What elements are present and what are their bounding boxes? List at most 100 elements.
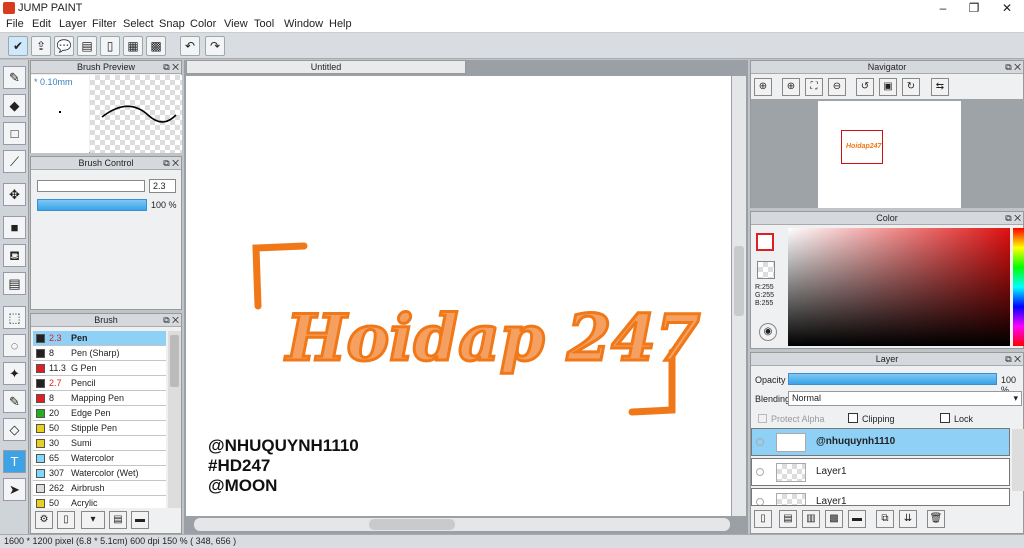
eye-icon[interactable] (756, 438, 764, 446)
viewport-rect[interactable]: Hoidap247 (841, 130, 883, 164)
zoom-in-icon[interactable]: ⊕ (782, 78, 800, 96)
bucket-tool-icon[interactable]: ⛾ (3, 244, 26, 267)
menu-help[interactable]: Help (329, 18, 352, 30)
brush-item[interactable]: 2.3 Pen (33, 331, 166, 346)
duplicate-layer-icon[interactable]: ⧉ (876, 510, 894, 528)
brush-settings-icon[interactable]: ⚙ (35, 511, 53, 529)
scrollbar-thumb[interactable] (170, 335, 179, 387)
brush-size-input[interactable]: 2.3 (149, 179, 176, 193)
brush-size-slider[interactable] (37, 180, 145, 192)
navigator-view[interactable]: Hoidap247 (751, 99, 1024, 208)
zoom-out-icon[interactable]: ⊖ (828, 78, 846, 96)
select-rect-tool-icon[interactable]: ⬚ (3, 306, 26, 329)
brush-copy-icon[interactable]: ▤ (109, 511, 127, 529)
layer-row[interactable]: @nhuquynh1110 (751, 428, 1010, 456)
new-raster-layer-icon[interactable]: ▤ (779, 510, 797, 528)
grid-edit-icon[interactable]: ▩ (146, 36, 166, 56)
close-button[interactable]: ✕ (992, 0, 1022, 17)
redo-button[interactable]: ↷ (205, 36, 225, 56)
delete-layer-icon[interactable]: 🗑 (927, 510, 945, 528)
fill-rect-tool-icon[interactable]: ■ (3, 216, 26, 239)
rect-tool-icon[interactable]: □ (3, 122, 26, 145)
menu-filter[interactable]: Filter (92, 18, 116, 30)
check-icon[interactable]: ✔ (8, 36, 28, 56)
select-eraser-tool-icon[interactable]: ◇ (3, 418, 26, 441)
select-pen-tool-icon[interactable]: ✎ (3, 390, 26, 413)
new-tone-layer-icon[interactable]: ▩ (825, 510, 843, 528)
move-tool-icon[interactable]: ✥ (3, 183, 26, 206)
rotate-left-icon[interactable]: ↺ (856, 78, 874, 96)
reset-view-icon[interactable]: ▣ (879, 78, 897, 96)
rotate-right-icon[interactable]: ↻ (902, 78, 920, 96)
eraser-tool-icon[interactable]: ◆ (3, 94, 26, 117)
eye-icon[interactable] (756, 468, 764, 476)
scrollbar-thumb[interactable] (734, 246, 744, 316)
new-layer-icon[interactable]: ▯ (754, 510, 772, 528)
magic-wand-tool-icon[interactable]: ✦ (3, 362, 26, 385)
page-edit-icon[interactable]: ▦ (123, 36, 143, 56)
menu-view[interactable]: View (224, 18, 248, 30)
menu-window[interactable]: Window (284, 18, 323, 30)
canvas-vscrollbar[interactable] (732, 76, 746, 516)
lock-checkbox[interactable] (940, 413, 950, 423)
fit-icon[interactable]: ⛶ (805, 78, 823, 96)
menu-file[interactable]: File (6, 18, 24, 30)
line-tool-icon[interactable]: ⟋ (3, 150, 26, 173)
gradient-tool-icon[interactable]: ▤ (3, 272, 26, 295)
protect-alpha-checkbox[interactable] (758, 414, 767, 423)
new-folder-icon[interactable]: ▬ (848, 510, 866, 528)
layer-opacity-slider[interactable] (788, 373, 997, 385)
brush-item[interactable]: 307 Watercolor (Wet) (33, 466, 166, 481)
clipping-checkbox[interactable] (848, 413, 858, 423)
menu-tool[interactable]: Tool (254, 18, 274, 30)
panel-controls-icon[interactable]: ⧉ ✕ (1005, 212, 1021, 225)
brush-item[interactable]: 8 Pen (Sharp) (33, 346, 166, 361)
brush-item[interactable]: 30 Sumi (33, 436, 166, 451)
page-icon[interactable]: ▯ (100, 36, 120, 56)
panel-controls-icon[interactable]: ⧉ ✕ (163, 314, 179, 327)
brush-folder-icon[interactable]: ▬ (131, 511, 149, 529)
minimize-button[interactable]: – (928, 0, 958, 17)
document-tab[interactable]: Untitled (186, 60, 466, 74)
message-icon[interactable]: ▤ (77, 36, 97, 56)
canvas[interactable]: Hoidap 247 @NHUQUYNH1110 #HD247 @MOON (186, 76, 731, 516)
blending-select[interactable]: Normal ▾ (788, 391, 1022, 406)
panel-controls-icon[interactable]: ⧉ ✕ (163, 61, 179, 74)
color-picker-square[interactable] (788, 228, 1010, 346)
palette-icon[interactable]: ◉ (759, 323, 777, 341)
canvas-hscrollbar[interactable] (194, 518, 730, 531)
brush-item[interactable]: 50 Stipple Pen (33, 421, 166, 436)
brush-item[interactable]: 262 Airbrush (33, 481, 166, 496)
zoom-icon[interactable]: ⊕ (754, 78, 772, 96)
panel-controls-icon[interactable]: ⧉ ✕ (1005, 353, 1021, 366)
layer-row[interactable]: Layer1 (751, 488, 1010, 506)
brush-list-scrollbar[interactable] (168, 331, 181, 508)
brush-item[interactable]: 65 Watercolor (33, 451, 166, 466)
brush-item[interactable]: 20 Edge Pen (33, 406, 166, 421)
brush-opacity-slider[interactable] (37, 199, 147, 211)
menu-snap[interactable]: Snap (159, 18, 185, 30)
pointer-tool-icon[interactable]: ➤ (3, 478, 26, 501)
panel-controls-icon[interactable]: ⧉ ✕ (163, 157, 179, 170)
brush-menu-icon[interactable]: ▾ (81, 511, 105, 529)
pen-tool-icon[interactable]: ✎ (3, 66, 26, 89)
text-tool-icon[interactable]: T (3, 450, 26, 473)
primary-color-swatch[interactable] (756, 233, 774, 251)
new-vector-layer-icon[interactable]: ▥ (802, 510, 820, 528)
new-brush-icon[interactable]: ▯ (57, 511, 75, 529)
menu-layer[interactable]: Layer (59, 18, 87, 30)
brush-item[interactable]: 8 Mapping Pen (33, 391, 166, 406)
brush-item[interactable]: 11.3 G Pen (33, 361, 166, 376)
export-icon[interactable]: ⇪ (31, 36, 51, 56)
lasso-tool-icon[interactable]: ◌ (3, 334, 26, 357)
brush-item[interactable]: 2.7 Pencil (33, 376, 166, 391)
undo-button[interactable]: ↶ (180, 36, 200, 56)
brush-item[interactable]: 50 Acrylic (33, 496, 166, 508)
layer-list-scrollbar[interactable] (1012, 429, 1024, 491)
scrollbar-thumb[interactable] (369, 519, 455, 530)
flip-icon[interactable]: ⇆ (931, 78, 949, 96)
transparent-color-swatch[interactable] (757, 261, 775, 279)
panel-controls-icon[interactable]: ⧉ ✕ (1005, 61, 1021, 74)
comment-icon[interactable]: 💬 (54, 36, 74, 56)
menu-color[interactable]: Color (190, 18, 216, 30)
